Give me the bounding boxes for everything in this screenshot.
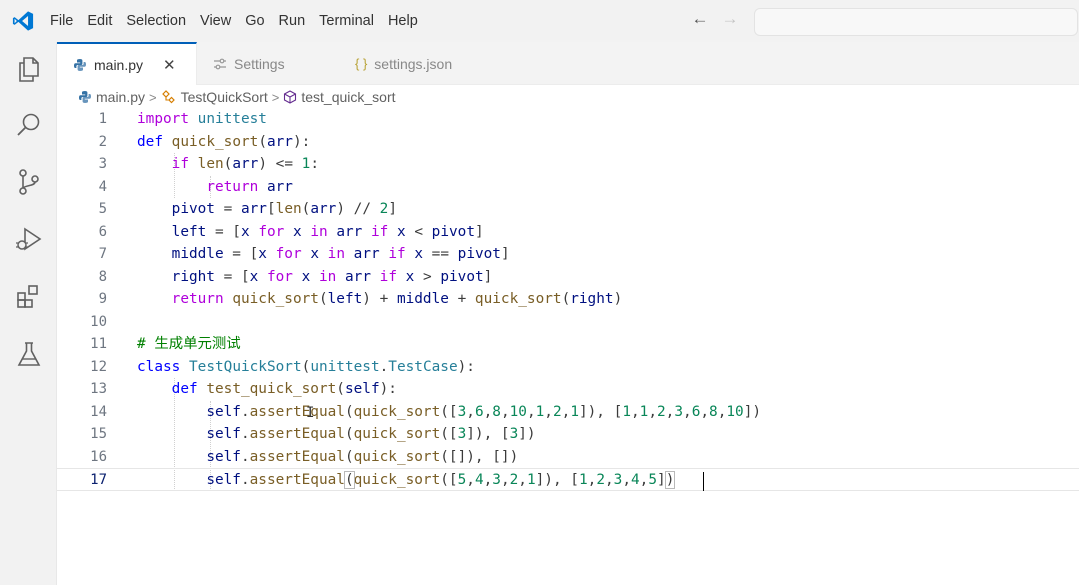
explorer-files-icon[interactable] [14,54,44,84]
chevron-right-icon: > [271,89,280,105]
code-line: 1 import unittest [57,108,1079,131]
forward-arrow-icon[interactable]: → [720,9,740,29]
line-code: self.assertEqual(quick_sort([3]), [3]) [206,426,536,442]
line-code: left = [x for x in arr if x < pivot] [171,223,484,240]
tab-settings-json[interactable]: { } settings.json [355,42,505,85]
menu-view[interactable]: View [200,0,231,42]
code-line: 16 self.assertEqual(quick_sort([]), []) [57,446,1079,469]
activity-bar [0,42,57,585]
line-code: if len(arr) <= 1: [171,156,319,172]
line-number: 9 [98,291,107,307]
line-code: right = [x for x in arr if x > pivot] [171,268,493,285]
json-braces-icon: { } [355,56,368,71]
extensions-icon[interactable] [14,282,44,312]
line-code: # 生成单元测试 [137,336,241,352]
menu-selection[interactable]: Selection [126,0,186,42]
tab-settings[interactable]: Settings [213,42,353,85]
line-number: 4 [98,178,107,195]
text-caret [703,472,704,491]
tab-label: main.py [94,56,144,73]
back-arrow-icon[interactable]: ← [690,9,710,29]
line-code: pivot = arr[len(arr) // 2] [171,201,397,217]
breadcrumb-file[interactable]: main.py [96,89,145,105]
line-code: return quick_sort(left) + middle + quick… [171,291,623,307]
menu-terminal[interactable]: Terminal [319,0,374,42]
line-number: 10 [90,313,107,330]
line-number: 7 [98,246,107,262]
text-ibeam-cursor-icon: I [306,405,315,421]
code-line: 2 def quick_sort(arr): [57,131,1079,154]
class-symbol-icon [161,90,175,104]
vscode-logo-icon [12,11,34,31]
menu-run[interactable]: Run [279,0,306,42]
code-line: 5 pivot = arr[len(arr) // 2] [57,198,1079,221]
line-code: def test_quick_sort(self): [171,381,397,397]
menu-help[interactable]: Help [388,0,418,42]
line-number: 8 [98,268,107,285]
search-icon[interactable] [14,110,44,140]
line-number: 11 [90,336,107,352]
code-line: 4 return arr [57,176,1079,199]
menu-file[interactable]: File [50,0,73,42]
line-number: 14 [90,403,107,420]
source-control-icon[interactable] [14,167,44,197]
line-number: 12 [90,358,107,375]
python-icon [74,58,86,71]
menu-bar: File Edit Selection View Go Run Terminal… [50,0,432,42]
line-code: import unittest [137,111,267,127]
run-debug-icon[interactable] [14,224,44,254]
tab-label: settings.json [374,55,453,72]
code-line: 3 if len(arr) <= 1: [57,153,1079,176]
close-icon[interactable]: ✕ [163,56,176,74]
breadcrumb-method[interactable]: test_quick_sort [301,89,395,105]
code-line: 14 self.assertEqual(quick_sort([3,6,8,10… [57,401,1079,424]
line-code: def quick_sort(arr): [137,133,311,150]
line-code: self.assertEqual(quick_sort([]), []) [206,448,519,465]
line-number: 13 [90,381,107,397]
line-number: 5 [98,201,107,217]
tab-main-py[interactable]: main.py ✕ [57,42,197,85]
line-code: return arr [206,178,293,195]
code-line: 11 # 生成单元测试 [57,333,1079,356]
menu-edit[interactable]: Edit [87,0,112,42]
python-icon [79,91,91,103]
line-number: 15 [90,426,107,442]
line-number: 17 [90,472,107,488]
code-line: 8 right = [x for x in arr if x > pivot] [57,266,1079,289]
editor-tabs: main.py ✕ Settings { } settings.json [57,42,1079,85]
line-code: self.assertEqual(quick_sort([3,6,8,10,1,… [206,403,762,420]
code-line-current: 17 self.assertEqual(quick_sort([5,4,3,2,… [57,468,1079,491]
code-line: 12 class TestQuickSort(unittest.TestCase… [57,356,1079,379]
code-line: 13 def test_quick_sort(self): [57,378,1079,401]
menu-go[interactable]: Go [245,0,264,42]
testing-flask-icon[interactable] [14,339,44,369]
code-line: 9 return quick_sort(left) + middle + qui… [57,288,1079,311]
breadcrumb: main.py > TestQuickSort > test_quick_sor… [78,86,396,108]
line-number: 6 [98,223,107,240]
tab-label: Settings [234,55,285,72]
line-number: 2 [98,133,107,150]
line-number: 3 [98,156,107,172]
line-code: self.assertEqual(quick_sort([5,4,3,2,1])… [206,471,676,489]
line-code: middle = [x for x in arr if x == pivot] [171,246,510,262]
settings-icon [214,58,226,69]
title-bar: File Edit Selection View Go Run Terminal… [0,0,1079,42]
code-editor[interactable]: 1 import unittest 2 def quick_sort(arr):… [57,108,1079,585]
code-line: 15 self.assertEqual(quick_sort([3]), [3]… [57,423,1079,446]
chevron-right-icon: > [149,89,157,105]
line-number: 16 [90,448,107,465]
line-code: class TestQuickSort(unittest.TestCase): [137,358,475,375]
method-cube-icon [284,90,297,104]
code-line: 6 left = [x for x in arr if x < pivot] [57,221,1079,244]
breadcrumb-class[interactable]: TestQuickSort [181,89,268,105]
code-line: 10 [57,311,1079,334]
command-center-search[interactable] [754,8,1078,36]
code-line: 7 middle = [x for x in arr if x == pivot… [57,243,1079,266]
line-number: 1 [98,111,107,127]
